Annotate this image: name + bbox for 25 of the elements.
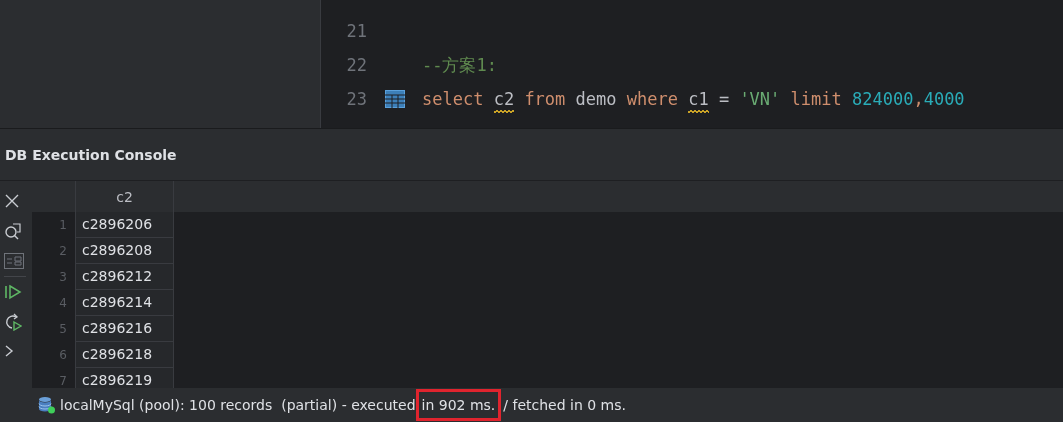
table-icon[interactable] <box>385 90 405 108</box>
status-text: localMySql (pool): 100 records (partial) - executed <box>60 397 416 413</box>
code-line: --方案1: <box>422 53 497 77</box>
chevron-icon[interactable] <box>4 344 14 358</box>
table-cell: c2896219 <box>76 368 174 388</box>
panel-icon[interactable] <box>4 253 24 269</box>
search-icon[interactable] <box>4 222 22 240</box>
table-cell: c2896216 <box>76 316 174 342</box>
table-cell: c2896218 <box>76 342 174 368</box>
code-editor[interactable]: 21 22 --方案1: 23 select c2 from demo where c1 = 'VN' limit 824000,4000 <box>321 0 1063 128</box>
run-icon[interactable] <box>4 284 22 300</box>
highlight-frame: in 902 ms. <box>415 389 502 421</box>
code-line: select c2 from demo where c1 = 'VN' limit 824000,4000 <box>422 85 965 113</box>
line-number: 23 <box>345 89 367 109</box>
table-cell: c2896214 <box>76 290 174 316</box>
line-number: 22 <box>345 55 367 75</box>
table-cell: c2896212 <box>76 264 174 290</box>
status-text: / fetched in 0 ms. <box>503 397 626 413</box>
close-icon[interactable] <box>4 193 20 209</box>
panel-title: DB Execution Console <box>5 146 177 163</box>
database-icon <box>38 396 56 414</box>
line-number: 21 <box>345 21 367 41</box>
table-cell: c2896206 <box>76 212 174 238</box>
table-cell: c2896208 <box>76 238 174 264</box>
rerun-icon[interactable] <box>4 313 22 331</box>
